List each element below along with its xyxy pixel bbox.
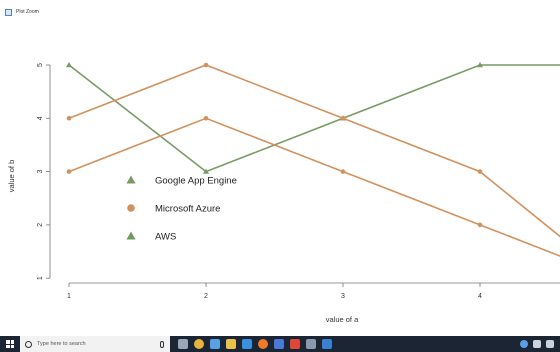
legend-marker-triangle — [126, 231, 136, 240]
edge-icon[interactable] — [242, 339, 252, 349]
task-view-icon[interactable] — [178, 339, 188, 349]
legend-label: Google App Engine — [155, 176, 237, 187]
x-axis-title: value of a — [326, 315, 359, 324]
line-chart: 1 2 3 4 5 1 2 3 4 value of a value of b Google App… — [7, 62, 560, 324]
data-point-1 — [66, 116, 72, 121]
windows-taskbar: Type here to search — [0, 336, 560, 352]
y-tick-label: 2 — [37, 223, 44, 227]
taskbar-pinned-apps — [178, 339, 332, 349]
data-point-2 — [340, 169, 346, 174]
start-button[interactable] — [0, 336, 20, 352]
mail-icon[interactable] — [322, 339, 332, 349]
tray-chevron-up-icon[interactable] — [546, 340, 554, 348]
series-line-0 — [68, 64, 560, 173]
y-axis-title: value of b — [7, 160, 16, 193]
y-tick-label: 5 — [37, 63, 44, 67]
data-point-1 — [340, 116, 346, 121]
x-tick-label: 3 — [341, 293, 345, 300]
firefox-icon[interactable] — [258, 339, 268, 349]
data-point-0 — [66, 62, 72, 68]
file-explorer-icon[interactable] — [226, 339, 236, 349]
tray-network-icon[interactable] — [533, 340, 541, 348]
data-point-1 — [477, 169, 483, 174]
x-tick-label: 4 — [478, 293, 482, 300]
legend-label: Microsoft Azure — [155, 204, 220, 215]
legend-marker-circle — [127, 204, 135, 212]
y-tick-label: 1 — [37, 276, 44, 280]
taskbar-search-box[interactable]: Type here to search — [20, 336, 170, 352]
system-tray — [520, 340, 554, 348]
legend-label: AWS — [155, 232, 176, 243]
y-tick-label: 3 — [37, 170, 44, 174]
app-icon[interactable] — [274, 339, 284, 349]
x-tick-label: 1 — [67, 293, 71, 300]
legend-marker-triangle — [126, 175, 136, 184]
data-point-2 — [66, 169, 72, 174]
windows-logo-icon — [6, 340, 14, 348]
microphone-icon[interactable] — [160, 340, 164, 348]
y-tick-label: 4 — [37, 116, 44, 120]
tray-cloud-icon[interactable] — [520, 340, 528, 348]
data-point-2 — [203, 116, 209, 121]
chrome-icon[interactable] — [194, 339, 204, 349]
tool-icon[interactable] — [290, 339, 300, 349]
search-placeholder: Type here to search — [37, 341, 86, 347]
series-line-2 — [68, 117, 560, 257]
data-point-1 — [203, 62, 209, 68]
app2-icon[interactable] — [306, 339, 316, 349]
settings-icon[interactable] — [210, 339, 220, 349]
search-icon — [25, 340, 32, 348]
x-tick-label: 2 — [204, 293, 208, 300]
series-line-1 — [68, 64, 560, 238]
data-point-2 — [477, 222, 483, 228]
